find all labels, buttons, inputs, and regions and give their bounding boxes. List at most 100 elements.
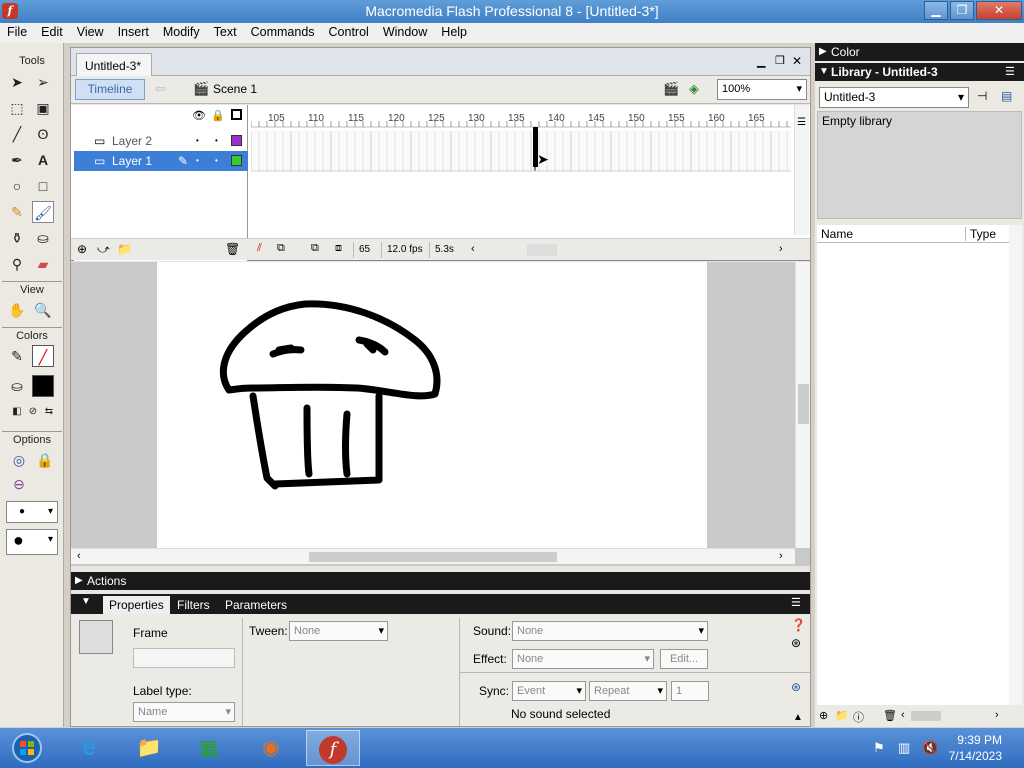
stroke-color-icon[interactable]: ✎	[6, 345, 28, 367]
col-name[interactable]: Name	[821, 227, 853, 241]
collapse-arrow-icon[interactable]: ▼	[81, 596, 91, 607]
fill-transform-icon[interactable]: ▣	[32, 97, 54, 119]
edit-symbols-icon[interactable]: ◈	[689, 81, 699, 97]
timeline-hscroll-thumb[interactable]	[527, 244, 557, 256]
timeline-button[interactable]: Timeline	[75, 79, 145, 100]
file-explorer-icon[interactable]: 📁	[122, 730, 176, 766]
effect-select[interactable]: None ▾	[512, 649, 654, 669]
edit-button[interactable]: Edit...	[660, 649, 708, 669]
lock-dot-icon[interactable]: •	[215, 131, 218, 151]
menu-modify[interactable]: Modify	[156, 23, 207, 39]
text-icon[interactable]: A	[32, 149, 54, 171]
actions-panel-bar[interactable]: ▶ Actions	[71, 572, 810, 590]
stage[interactable]	[157, 262, 707, 548]
menu-file[interactable]: File	[0, 23, 34, 39]
insert-folder-icon[interactable]: 📁	[117, 242, 132, 256]
delete-layer-icon[interactable]: 🗑	[225, 242, 240, 256]
eraser-icon[interactable]: ▰	[32, 253, 54, 275]
repeat-select[interactable]: Repeat ▾	[589, 681, 667, 701]
tab-properties[interactable]: Properties	[103, 596, 170, 614]
menu-insert[interactable]: Insert	[111, 23, 156, 39]
store-icon[interactable]: ▦	[182, 730, 236, 766]
object-drawing-icon[interactable]: ◎	[8, 449, 30, 471]
tab-filters[interactable]: Filters	[171, 596, 216, 614]
new-folder-icon[interactable]: 📁	[835, 709, 849, 722]
fill-color-swatch[interactable]	[32, 375, 54, 397]
brush-size-select[interactable]: ● ▾	[6, 501, 58, 523]
collapse-up-icon[interactable]: ▲	[793, 712, 803, 723]
internet-explorer-icon[interactable]: e	[62, 730, 116, 766]
menu-view[interactable]: View	[70, 23, 111, 39]
swap-colors-icon[interactable]: ⇆	[38, 401, 60, 423]
menu-control[interactable]: Control	[322, 23, 376, 39]
timeline-vscroll[interactable]: ☰	[794, 105, 809, 235]
layer-row[interactable]: ▭ Layer 1 ✎ • •	[74, 151, 248, 171]
doc-close-icon[interactable]: ✕	[792, 54, 802, 68]
volume-muted-icon[interactable]: 🔇	[922, 740, 938, 756]
expand-arrow-icon[interactable]: ▶	[819, 43, 827, 61]
stage-vscroll-thumb[interactable]	[798, 384, 809, 424]
visible-dot-icon[interactable]: •	[196, 131, 199, 151]
brush-mode-icon[interactable]: ⊖	[8, 473, 30, 495]
library-hscroll-thumb[interactable]	[911, 711, 941, 721]
menu-lines-icon[interactable]: ☰	[797, 117, 806, 128]
hand-icon[interactable]: ✋	[6, 299, 28, 321]
label-type-select[interactable]: Name ▾	[133, 702, 235, 722]
new-symbol-icon[interactable]: ⊕	[819, 709, 828, 722]
layer-outline-color[interactable]	[231, 135, 242, 146]
scroll-left-icon[interactable]: ‹	[77, 550, 81, 562]
menu-text[interactable]: Text	[207, 23, 244, 39]
lock-dot-icon[interactable]: •	[215, 151, 218, 171]
scroll-right-icon[interactable]: ›	[779, 550, 783, 562]
firefox-icon[interactable]: ◉	[244, 730, 298, 766]
repeat-count-input[interactable]: 1	[671, 681, 709, 701]
scroll-left-icon[interactable]: ‹	[901, 709, 905, 721]
library-select[interactable]: Untitled-3 ▾	[819, 87, 969, 108]
oval-icon[interactable]: ○	[6, 175, 28, 197]
back-arrow-icon[interactable]: ⇦	[155, 81, 166, 97]
center-frame-icon[interactable]: ⫽	[257, 242, 262, 255]
menu-window[interactable]: Window	[376, 23, 434, 39]
help-icon[interactable]: ❓	[791, 618, 806, 632]
zoom-select[interactable]: 100% ▾	[717, 79, 807, 100]
layer-row[interactable]: ▭ Layer 2 • •	[74, 131, 248, 151]
pin-library-icon[interactable]: ⊣	[977, 89, 987, 103]
stage-vscroll[interactable]	[795, 262, 810, 548]
ink-bottle-icon[interactable]: ⚱	[6, 227, 28, 249]
panel-options-icon[interactable]: ☰	[791, 596, 801, 609]
scroll-right-icon[interactable]: ›	[779, 243, 783, 255]
brush-icon[interactable]: 🖌	[32, 201, 54, 223]
delete-icon[interactable]: 🗑	[883, 709, 897, 722]
flash-icon[interactable]: f	[306, 730, 360, 766]
menu-help[interactable]: Help	[434, 23, 474, 39]
new-library-icon[interactable]: ▤	[1001, 89, 1012, 103]
paint-bucket-icon[interactable]: ⛀	[32, 227, 54, 249]
start-icon[interactable]	[0, 730, 54, 766]
edit-multiple-frames-icon[interactable]: ⧈	[335, 242, 342, 255]
color-panel-bar[interactable]: ▶ Color	[815, 43, 1024, 61]
stroke-color-swatch[interactable]: ╱	[32, 345, 54, 367]
lock-icon[interactable]: 🔒	[211, 109, 225, 122]
library-panel-bar[interactable]: ▼ Library - Untitled-3 ☰	[815, 63, 1024, 81]
lock-fill-icon[interactable]: 🔒	[34, 449, 56, 471]
menu-edit[interactable]: Edit	[34, 23, 70, 39]
outline-icon[interactable]	[231, 109, 242, 120]
document-tab[interactable]: Untitled-3*	[76, 53, 152, 76]
panel-options-icon[interactable]: ☰	[1005, 63, 1015, 81]
layer-outline-color[interactable]	[231, 155, 242, 166]
pen-icon[interactable]: ✒	[6, 149, 28, 171]
clock[interactable]: 9:39 PM 7/14/2023	[942, 732, 1002, 764]
insert-layer-icon[interactable]: ⊕	[77, 242, 87, 256]
doc-restore-icon[interactable]: ❐	[775, 54, 785, 67]
sync-select[interactable]: Event ▾	[512, 681, 586, 701]
edit-scene-icon[interactable]: 🎬	[663, 81, 679, 97]
lasso-icon[interactable]: ʘ	[32, 123, 54, 145]
library-list[interactable]	[817, 243, 1009, 705]
onion-skin-icon[interactable]: ⧉	[277, 242, 285, 255]
sound-select[interactable]: None ▾	[512, 621, 708, 641]
brush-shape-select[interactable]: ● ▾	[6, 529, 58, 555]
doc-minimize-icon[interactable]: ▁	[757, 55, 765, 68]
collapse-arrow-icon[interactable]: ▼	[819, 63, 829, 81]
tab-parameters[interactable]: Parameters	[219, 596, 293, 614]
code-hint-icon[interactable]: ⊛	[791, 636, 801, 650]
